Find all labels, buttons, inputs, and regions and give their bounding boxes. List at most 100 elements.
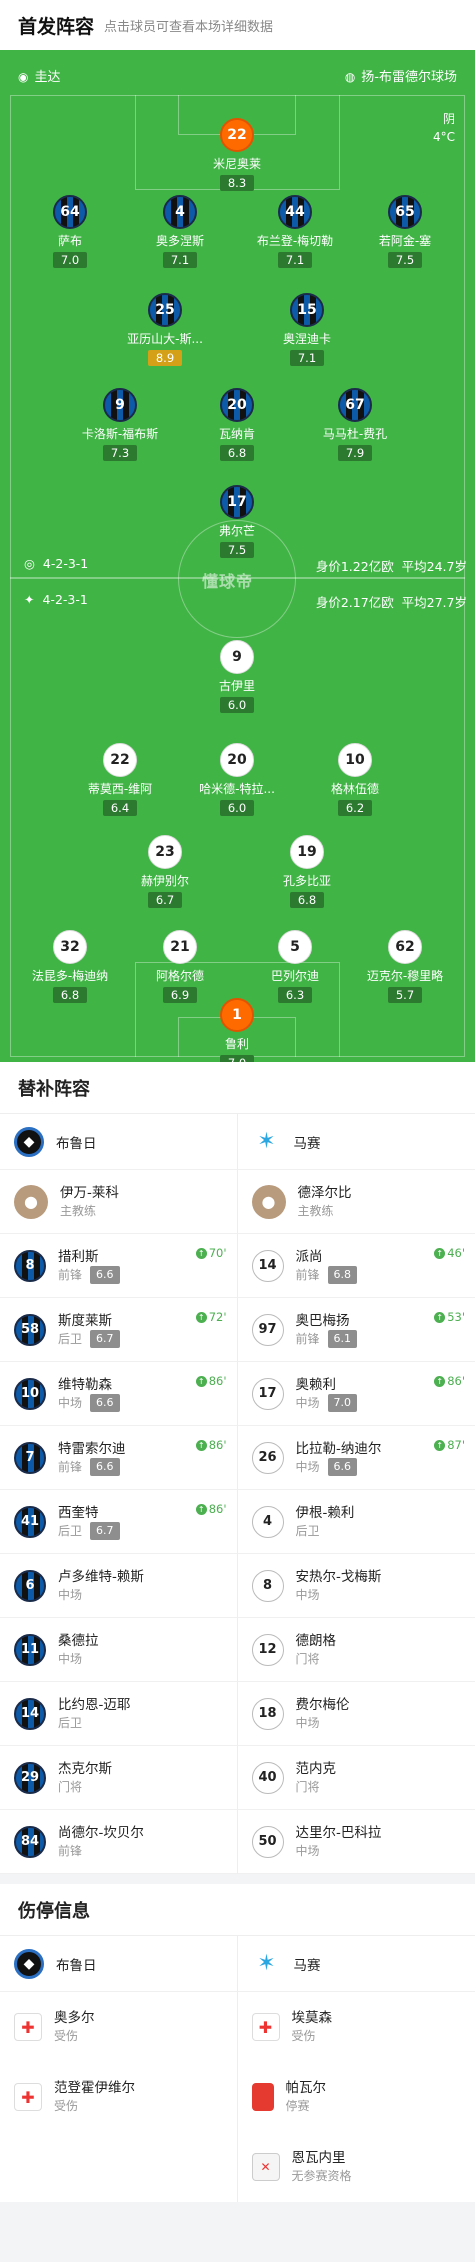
player-rating: 6.8 — [53, 987, 87, 1003]
home-player[interactable]: 4奥多涅斯7.1 — [125, 195, 235, 268]
player-number: 9 — [220, 640, 254, 674]
sub-player-row[interactable]: 14派尚前锋6.8↑46' — [238, 1234, 475, 1298]
away-player[interactable]: 1鲁利7.0 — [182, 998, 292, 1062]
away-player[interactable]: 22蒂莫西-维阿6.4 — [65, 743, 175, 816]
medical-kit-icon: ✚ — [252, 2013, 280, 2041]
injury-row[interactable]: ✚范登霍伊维尔受伤 — [0, 2062, 237, 2132]
player-name: 布兰登-梅切勒 — [240, 232, 350, 249]
substitutes-section: 替补阵容 ◆布鲁日 ●伊万-莱科主教练 8措利斯前锋6.6↑70'58斯度莱斯后… — [0, 1062, 475, 1874]
away-team-row[interactable]: ✶马赛 — [238, 1114, 475, 1170]
sub-player-row[interactable]: 7特雷索尔迪前锋6.6↑86' — [0, 1426, 237, 1490]
club-brugge-icon: ◎ — [24, 556, 35, 571]
away-player[interactable]: 62迈克尔-穆里略5.7 — [350, 930, 460, 1003]
sub-player-row[interactable]: 4伊根-赖利后卫 — [238, 1490, 475, 1554]
home-player[interactable]: 9卡洛斯-福布斯7.3 — [65, 388, 175, 461]
home-formation-text: 4-2-3-1 — [43, 556, 88, 571]
injury-row[interactable]: ✕恩瓦内里无参赛资格 — [238, 2132, 475, 2202]
sub-in-arrow-icon: ↑ — [196, 1376, 207, 1387]
sub-in-arrow-icon: ↑ — [434, 1248, 445, 1259]
sub-in-time: ↑86' — [196, 1502, 227, 1516]
home-player[interactable]: 25亚历山大-斯...8.9 — [110, 293, 220, 366]
sub-position-text: 前锋 — [296, 1266, 320, 1284]
injury-player-name: 埃莫森 — [292, 2009, 333, 2027]
home-player[interactable]: 15奥涅迪卡7.1 — [252, 293, 362, 366]
sub-player-row[interactable]: 29杰克尔斯门将 — [0, 1746, 237, 1810]
home-coach-row[interactable]: ●伊万-莱科主教练 — [0, 1170, 237, 1234]
sub-player-row[interactable]: 41西奎特后卫6.7↑86' — [0, 1490, 237, 1554]
sub-position: 门将 — [296, 1778, 337, 1796]
away-player[interactable]: 5巴列尔迪6.3 — [240, 930, 350, 1003]
sub-name: 特雷索尔迪 — [58, 1440, 126, 1458]
sub-player-row[interactable]: 10维特勒森中场6.6↑86' — [0, 1362, 237, 1426]
player-rating: 7.1 — [163, 252, 197, 268]
away-player[interactable]: 10格林伍德6.2 — [300, 743, 410, 816]
club-brugge-logo-icon: ◆ — [14, 1949, 44, 1979]
sub-player-row[interactable]: 84尚德尔-坎贝尔前锋 — [0, 1810, 237, 1874]
home-player[interactable]: 22米尼奥莱8.3 — [182, 118, 292, 191]
player-name: 孔多比亚 — [252, 872, 362, 889]
sub-player-row[interactable]: 8安热尔-戈梅斯中场 — [238, 1554, 475, 1618]
home-player[interactable]: 44布兰登-梅切勒7.1 — [240, 195, 350, 268]
player-name: 若阿金-塞 — [350, 232, 460, 249]
home-player[interactable]: 20瓦纳肯6.8 — [182, 388, 292, 461]
injury-status: 受伤 — [54, 2027, 95, 2045]
marseille-logo-icon: ✶ — [252, 1127, 282, 1157]
sub-player-row[interactable]: 50达里尔-巴科拉中场 — [238, 1810, 475, 1874]
player-number: 9 — [103, 388, 137, 422]
home-player[interactable]: 67马马杜-费孔7.9 — [300, 388, 410, 461]
home-player[interactable]: 64萨布7.0 — [15, 195, 125, 268]
sub-in-text: 53' — [447, 1310, 465, 1324]
sub-player-row[interactable]: 40范内克门将 — [238, 1746, 475, 1810]
sub-rating: 7.0 — [328, 1394, 358, 1412]
sub-in-arrow-icon: ↑ — [196, 1504, 207, 1515]
sub-rating: 6.1 — [328, 1330, 358, 1348]
home-player[interactable]: 17弗尔芒7.5 — [182, 485, 292, 558]
player-rating: 6.0 — [220, 800, 254, 816]
sub-position: 中场6.6 — [296, 1458, 382, 1476]
away-player[interactable]: 9古伊里6.0 — [182, 640, 292, 713]
injuries-section: 伤停信息 ◆布鲁日 ✚奥多尔受伤✚范登霍伊维尔受伤 ✶马赛 ✚埃莫森受伤帕瓦尔停… — [0, 1884, 475, 2202]
injury-row[interactable]: ✚奥多尔受伤 — [0, 1992, 237, 2062]
coach-avatar: ● — [14, 1185, 48, 1219]
sub-player-row[interactable]: 26比拉勒-纳迪尔中场6.6↑87' — [238, 1426, 475, 1490]
away-team-row[interactable]: ✶马赛 — [238, 1936, 475, 1992]
home-team-row[interactable]: ◆布鲁日 — [0, 1114, 237, 1170]
sub-name: 达里尔-巴科拉 — [296, 1824, 382, 1842]
sub-position: 中场 — [296, 1714, 350, 1732]
page-title: 首发阵容 — [18, 12, 94, 39]
sub-position: 前锋6.6 — [58, 1458, 126, 1476]
away-player[interactable]: 20哈米德-特拉...6.0 — [182, 743, 292, 816]
away-coach-row[interactable]: ●德泽尔比主教练 — [238, 1170, 475, 1234]
injury-row[interactable]: ✚ 埃莫森受伤 — [238, 1992, 475, 2062]
home-player[interactable]: 65若阿金-塞7.5 — [350, 195, 460, 268]
sub-player-row[interactable]: 14比约恩-迈耶后卫 — [0, 1682, 237, 1746]
player-name: 古伊里 — [182, 677, 292, 694]
player-rating: 7.3 — [103, 445, 137, 461]
sub-player-row[interactable]: 18费尔梅伦中场 — [238, 1682, 475, 1746]
marseille-logo-icon: ✶ — [252, 1949, 282, 1979]
sub-name: 维特勒森 — [58, 1376, 120, 1394]
sub-player-row[interactable]: 11桑德拉中场 — [0, 1618, 237, 1682]
injury-row[interactable]: 帕瓦尔停赛 — [238, 2062, 475, 2132]
sub-in-arrow-icon: ↑ — [434, 1440, 445, 1451]
sub-number: 14 — [252, 1250, 284, 1282]
away-player[interactable]: 23赫伊别尔6.7 — [110, 835, 220, 908]
sub-player-row[interactable]: 58斯度莱斯后卫6.7↑72' — [0, 1298, 237, 1362]
player-name: 萨布 — [15, 232, 125, 249]
player-name: 米尼奥莱 — [182, 155, 292, 172]
injury-status: 受伤 — [292, 2027, 333, 2045]
sub-name: 德朗格 — [296, 1632, 337, 1650]
away-player[interactable]: 19孔多比亚6.8 — [252, 835, 362, 908]
player-number: 15 — [290, 293, 324, 327]
sub-player-row[interactable]: 12德朗格门将 — [238, 1618, 475, 1682]
sub-player-row[interactable]: 97奥巴梅扬前锋6.1↑53' — [238, 1298, 475, 1362]
home-team-row[interactable]: ◆布鲁日 — [0, 1936, 237, 1992]
sub-player-row[interactable]: 8措利斯前锋6.6↑70' — [0, 1234, 237, 1298]
sub-position-text: 后卫 — [296, 1522, 320, 1540]
player-name: 鲁利 — [182, 1035, 292, 1052]
away-player[interactable]: 32法昆多-梅迪纳6.8 — [15, 930, 125, 1003]
sub-player-row[interactable]: 6卢多维特-赖斯中场 — [0, 1554, 237, 1618]
sub-position: 门将 — [58, 1778, 112, 1796]
away-player[interactable]: 21阿格尔德6.9 — [125, 930, 235, 1003]
sub-player-row[interactable]: 17奥赖利中场7.0↑86' — [238, 1362, 475, 1426]
